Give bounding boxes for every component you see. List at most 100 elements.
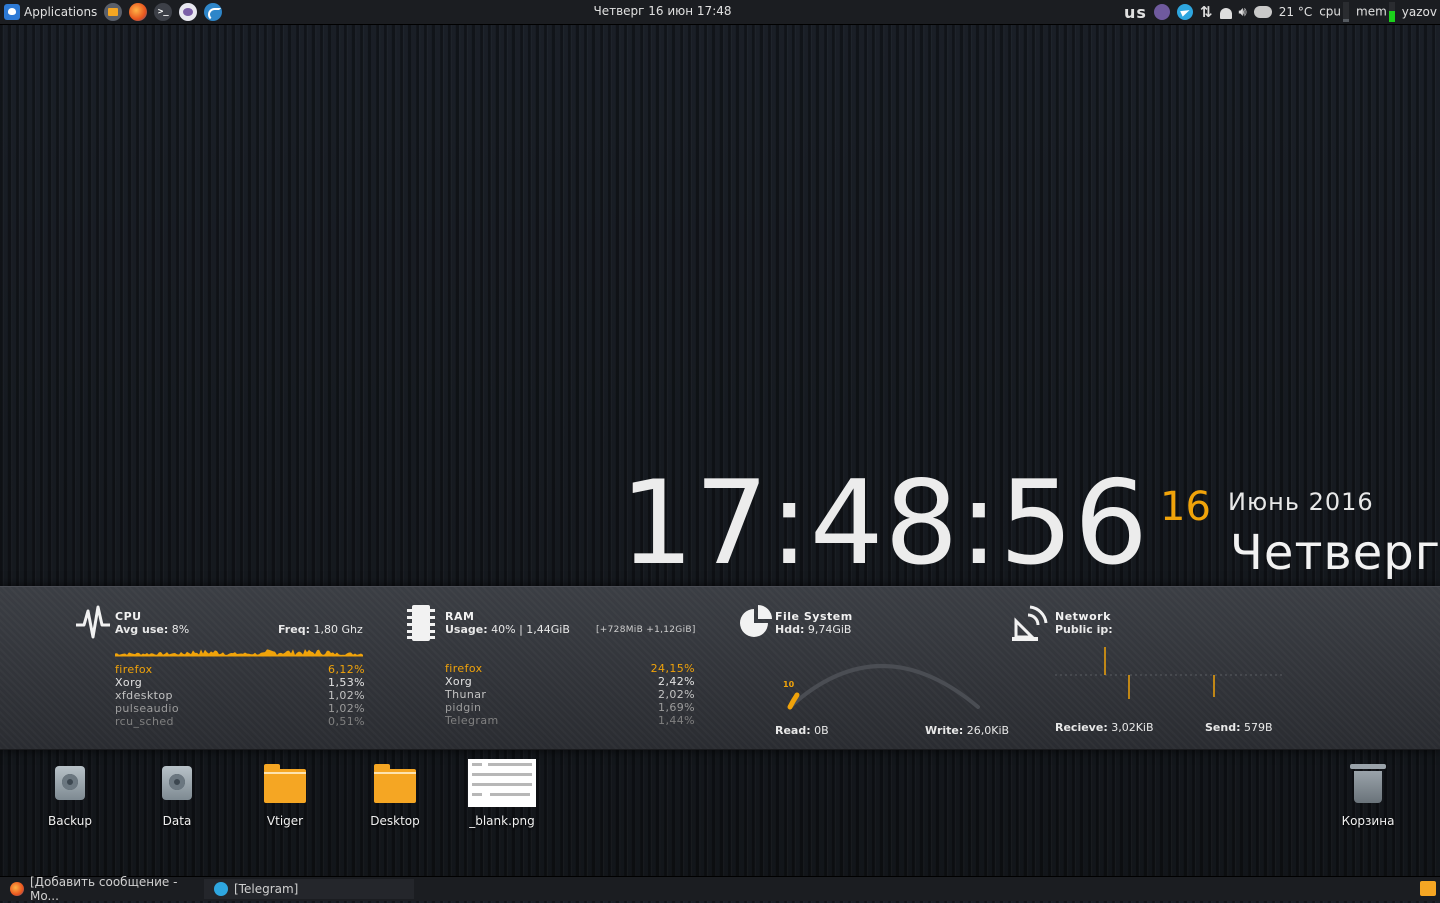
network-title: Network bbox=[1055, 610, 1111, 623]
network-ip-label: Public ip: bbox=[1055, 623, 1113, 636]
cpu-process-list: firefox 6,12% Xorg 1,53% xfdesktop 1,02% pulse… bbox=[115, 663, 365, 728]
taskbar-item-firefox[interactable]: [Добавить сообщение - Mo... bbox=[0, 875, 210, 903]
process-value: 1,02% bbox=[328, 702, 365, 715]
network-public-ip: Public ip: bbox=[1055, 623, 1113, 636]
cpu-title: CPU bbox=[115, 610, 142, 623]
process-row: firefox 24,15% bbox=[445, 662, 695, 675]
process-value: 1,53% bbox=[328, 676, 365, 689]
memory-chip-icon bbox=[407, 605, 435, 641]
cpu-avg-value: 8% bbox=[171, 623, 190, 636]
network-send-label: Send: bbox=[1205, 721, 1241, 734]
mem-meter[interactable]: mem bbox=[1356, 2, 1395, 22]
filesystem-section: File System Hdd: 9,74GiB 10 Read: 0B Wri… bbox=[720, 587, 1010, 749]
desktop-icon-label: Data bbox=[162, 814, 192, 828]
process-value: 6,12% bbox=[328, 663, 365, 676]
ram-usage-value: 40% | 1,44GiB bbox=[491, 623, 570, 636]
process-row: rcu_sched 0,51% bbox=[115, 715, 365, 728]
network-recv-label: Recieve: bbox=[1055, 721, 1108, 734]
cpu-avg-label: Avg use: bbox=[115, 623, 169, 636]
network-arrows-icon[interactable]: ⇅ bbox=[1200, 3, 1213, 21]
cpu-frequency: Freq: 1,80 Ghz bbox=[278, 623, 363, 636]
telegram-tray-icon[interactable] bbox=[1176, 4, 1193, 20]
drive-icon bbox=[55, 766, 85, 800]
notification-bell-icon[interactable] bbox=[1219, 7, 1232, 19]
process-value: 24,15% bbox=[650, 662, 695, 675]
mem-meter-fill bbox=[1388, 11, 1395, 22]
mem-meter-bar bbox=[1388, 2, 1395, 22]
bottom-taskbar: [Добавить сообщение - Mo... [Telegram] bbox=[0, 875, 1440, 903]
filesystem-hdd: Hdd: 9,74GiB bbox=[775, 623, 851, 636]
disk-read-label: Read: bbox=[775, 724, 811, 737]
desktop-icon-label: Backup bbox=[48, 814, 92, 828]
cpu-meter[interactable]: cpu bbox=[1319, 2, 1350, 22]
process-row: xfdesktop 1,02% bbox=[115, 689, 365, 702]
desktop-icon-label: Desktop bbox=[370, 814, 420, 828]
cpu-freq-label: Freq: bbox=[278, 623, 310, 636]
pie-disk-icon bbox=[740, 605, 772, 637]
desktop-icon-vtiger[interactable]: Vtiger bbox=[235, 757, 335, 828]
process-value: 0,51% bbox=[328, 715, 365, 728]
desktop-icon-trash[interactable]: Корзина bbox=[1318, 757, 1418, 828]
process-value: 2,02% bbox=[658, 688, 695, 701]
ram-extra-usage: [+728MiB +1,12GiB] bbox=[596, 625, 696, 635]
cpu-meter-bar bbox=[1343, 2, 1350, 22]
process-value: 2,42% bbox=[658, 675, 695, 688]
process-name: Thunar bbox=[445, 688, 487, 701]
process-row: Xorg 2,42% bbox=[445, 675, 695, 688]
ram-usage: Usage: 40% | 1,44GiB bbox=[445, 623, 570, 636]
top-panel: Applications >_ Четверг 16 июн 17:48 us … bbox=[0, 0, 1440, 25]
process-value: 1,02% bbox=[328, 689, 365, 702]
process-name: rcu_sched bbox=[115, 715, 174, 728]
taskbar-item-telegram[interactable]: [Telegram] bbox=[204, 879, 414, 899]
network-send: Send: 579B bbox=[1205, 721, 1273, 734]
conky-clock-weekday: Четверг bbox=[1230, 525, 1440, 581]
process-row: Xorg 1,53% bbox=[115, 676, 365, 689]
process-name: pidgin bbox=[445, 701, 482, 714]
show-desktop-folder-icon[interactable] bbox=[1420, 881, 1436, 896]
process-value: 1,69% bbox=[658, 701, 695, 714]
disk-io-gauge bbox=[787, 664, 980, 710]
trash-can-icon bbox=[1350, 764, 1386, 803]
gauge-value: 10 bbox=[783, 680, 795, 689]
network-traffic-graph bbox=[1055, 647, 1285, 699]
filesystem-title: File System bbox=[775, 610, 853, 623]
ram-section: RAM Usage: 40% | 1,44GiB [+728MiB +1,12G… bbox=[380, 587, 720, 749]
desktop-icon-blank-png[interactable]: _blank.png bbox=[452, 757, 552, 828]
drive-icon bbox=[162, 766, 192, 800]
telegram-icon bbox=[214, 882, 228, 896]
weather-temperature[interactable]: 21 °C bbox=[1279, 5, 1312, 19]
ram-usage-label: Usage: bbox=[445, 623, 488, 636]
disk-read-value: 0B bbox=[814, 724, 829, 737]
cpu-avg-use: Avg use: 8% bbox=[115, 623, 189, 636]
taskbar-item-label: [Добавить сообщение - Mo... bbox=[29, 875, 178, 903]
cpu-meter-label: cpu bbox=[1319, 4, 1342, 19]
network-send-value: 579B bbox=[1244, 721, 1273, 734]
user-menu[interactable]: yazov bbox=[1402, 5, 1437, 19]
process-name: firefox bbox=[115, 663, 153, 676]
conky-clock-time: 17:48:56 bbox=[620, 456, 1149, 591]
desktop-icon-desktop[interactable]: Desktop bbox=[345, 757, 445, 828]
network-recv-value: 3,02KiB bbox=[1111, 721, 1154, 734]
cpu-graph-fill bbox=[115, 649, 363, 656]
ram-title: RAM bbox=[445, 610, 475, 623]
pidgin-tray-icon[interactable] bbox=[1153, 4, 1170, 20]
process-row: pulseaudio 1,02% bbox=[115, 702, 365, 715]
desktop-icon-data[interactable]: Data bbox=[127, 757, 227, 828]
disk-write-value: 26,0KiB bbox=[966, 724, 1010, 737]
pulse-icon bbox=[76, 605, 110, 639]
network-section: Network Public ip: Recieve: 3,02KiB Send… bbox=[1010, 587, 1310, 749]
volume-speaker-icon[interactable]: 🔊︎ bbox=[1239, 5, 1247, 20]
process-name: xfdesktop bbox=[115, 689, 173, 702]
disk-read: Read: 0B bbox=[775, 724, 829, 737]
filesystem-hdd-value: 9,74GiB bbox=[807, 623, 852, 636]
process-name: pulseaudio bbox=[115, 702, 179, 715]
weather-cloud-icon[interactable] bbox=[1253, 6, 1272, 18]
desktop-icon-label: _blank.png bbox=[469, 814, 535, 828]
process-row: firefox 6,12% bbox=[115, 663, 365, 676]
conky-system-monitor: CPU Avg use: 8% Freq: 1,80 Ghz firefox 6,… bbox=[0, 586, 1440, 750]
keyboard-layout-indicator[interactable]: us bbox=[1124, 3, 1147, 22]
disk-write-label: Write: bbox=[925, 724, 964, 737]
desktop-icon-backup[interactable]: Backup bbox=[20, 757, 120, 828]
system-tray: us ⇅ 🔊︎ 21 °C cpu mem yazov bbox=[1124, 1, 1437, 23]
cpu-usage-graph bbox=[115, 649, 363, 657]
